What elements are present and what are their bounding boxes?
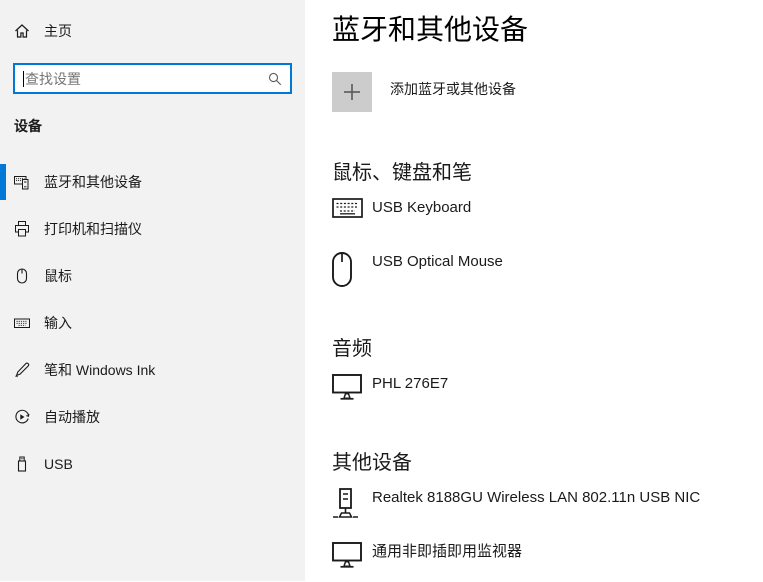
device-name: Realtek 8188GU Wireless LAN 802.11n USB … (372, 489, 700, 507)
add-device-label: 添加蓝牙或其他设备 (390, 79, 516, 112)
sidebar: 主页 查找设置 设备 蓝牙和其他设备 (0, 0, 305, 581)
sidebar-item-label: 打印机和扫描仪 (44, 219, 142, 239)
sidebar-item-label: 自动播放 (44, 407, 100, 427)
section-header: 鼠标、键盘和笔 (332, 160, 743, 186)
monitor-icon (332, 542, 372, 568)
device-row-usb-optical-mouse[interactable]: USB Optical Mouse (332, 252, 743, 292)
section-header: 其他设备 (332, 450, 743, 476)
usb-icon (14, 456, 30, 472)
sidebar-item-label: 蓝牙和其他设备 (44, 172, 142, 192)
sidebar-item-typing[interactable]: 输入 (0, 303, 305, 343)
sidebar-item-home[interactable]: 主页 (0, 20, 305, 42)
sidebar-item-autoplay[interactable]: 自动播放 (0, 397, 305, 437)
monitor-icon (332, 374, 372, 400)
autoplay-icon (14, 409, 30, 425)
sidebar-item-pen-windows-ink[interactable]: 笔和 Windows Ink (0, 350, 305, 390)
device-row-usb-keyboard[interactable]: USB Keyboard (332, 198, 743, 238)
sidebar-nav: 蓝牙和其他设备 打印机和扫描仪 鼠标 (0, 162, 305, 484)
sidebar-item-label: 输入 (44, 313, 72, 333)
sidebar-section-header: 设备 (14, 116, 291, 136)
device-row-realtek-nic[interactable]: Realtek 8188GU Wireless LAN 802.11n USB … (332, 488, 743, 528)
page-title: 蓝牙和其他设备 (332, 12, 743, 48)
sidebar-item-mouse[interactable]: 鼠标 (0, 256, 305, 296)
plus-icon (342, 82, 362, 102)
section-mouse-keyboard-pen: 鼠标、键盘和笔 USB Keyboard (332, 160, 743, 292)
home-label: 主页 (44, 21, 72, 41)
keyboard-icon (332, 198, 372, 218)
sidebar-item-usb[interactable]: USB (0, 444, 305, 484)
keyboard-icon (14, 315, 30, 331)
mouse-icon (14, 268, 30, 284)
search-icon[interactable] (268, 72, 282, 86)
sidebar-item-label: 笔和 Windows Ink (44, 360, 155, 380)
text-caret (23, 71, 24, 87)
pen-icon (14, 362, 30, 378)
device-name: USB Optical Mouse (372, 253, 503, 271)
printer-icon (14, 221, 30, 237)
network-adapter-icon (332, 488, 372, 523)
section-header: 音频 (332, 336, 743, 362)
mouse-icon (332, 252, 372, 287)
device-name: PHL 276E7 (372, 375, 448, 393)
search-input[interactable]: 查找设置 (13, 63, 292, 94)
settings-window: 主页 查找设置 设备 蓝牙和其他设备 (0, 0, 763, 581)
sidebar-item-bluetooth-devices[interactable]: 蓝牙和其他设备 (0, 162, 305, 202)
device-name: USB Keyboard (372, 199, 471, 217)
section-audio: 音频 PHL 276E7 (332, 336, 743, 414)
device-row-generic-monitor[interactable]: 通用非即插即用监视器 (332, 542, 743, 582)
search-placeholder: 查找设置 (25, 69, 268, 89)
add-device-button[interactable]: 添加蓝牙或其他设备 (332, 72, 516, 112)
device-name: 通用非即插即用监视器 (372, 543, 522, 561)
main-content: 蓝牙和其他设备 添加蓝牙或其他设备 鼠标、键盘和笔 (305, 0, 763, 581)
sidebar-item-printers-scanners[interactable]: 打印机和扫描仪 (0, 209, 305, 249)
device-row-phl-276e7[interactable]: PHL 276E7 (332, 374, 743, 414)
section-other-devices: 其他设备 Realtek 8188GU Wireless LAN 802.11n… (332, 450, 743, 582)
add-device-square[interactable] (332, 72, 372, 112)
home-icon (14, 23, 30, 39)
sidebar-item-label: USB (44, 456, 73, 472)
sidebar-item-label: 鼠标 (44, 266, 72, 286)
devices-icon (14, 174, 30, 190)
